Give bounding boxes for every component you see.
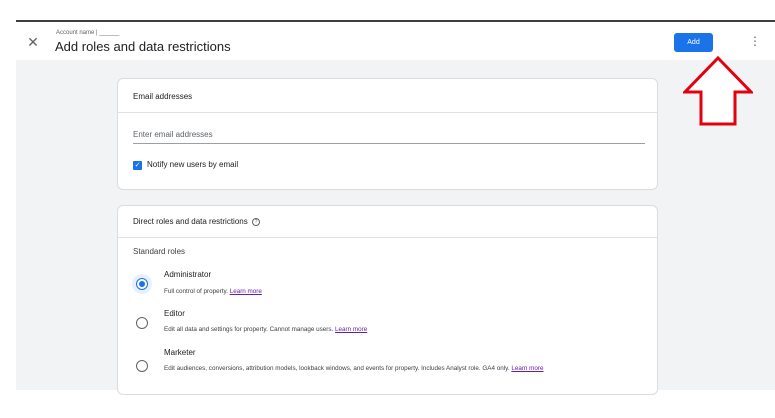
email-card-title: Email addresses [133, 92, 193, 101]
learn-more-link[interactable]: Learn more [335, 326, 367, 333]
more-options-icon[interactable]: ⋮ [749, 35, 761, 47]
roles-card-title: Direct roles and data restrictions ? [133, 217, 260, 226]
role-description: Full control of property. Learn more [164, 288, 262, 295]
add-button[interactable]: Add [674, 33, 713, 52]
learn-more-link[interactable]: Learn more [230, 288, 262, 295]
role-name: Marketer [164, 348, 196, 357]
email-card-divider [118, 112, 657, 113]
close-icon[interactable]: ✕ [26, 35, 40, 49]
standard-roles-label: Standard roles [133, 247, 186, 256]
help-icon[interactable]: ? [251, 217, 260, 226]
email-input[interactable] [133, 126, 645, 144]
header-bar: ✕ Account name | ______ Add roles and da… [16, 22, 775, 60]
roles-card-divider [118, 237, 657, 238]
role-name: Administrator [164, 270, 212, 279]
email-card: Email addresses ✓ Notify new users by em… [117, 78, 658, 190]
notify-checkbox[interactable]: ✓ [133, 161, 142, 170]
marketer-radio[interactable] [136, 360, 148, 372]
learn-more-link[interactable]: Learn more [511, 365, 543, 372]
main-content: Email addresses ✓ Notify new users by em… [16, 60, 775, 395]
account-name-label: Account name | ______ [56, 30, 120, 36]
role-description: Edit all data and settings for property.… [164, 326, 368, 333]
notify-checkbox-label: Notify new users by email [147, 160, 239, 169]
editor-radio[interactable] [136, 317, 148, 329]
red-up-arrow-annotation [683, 56, 753, 126]
page-title: Add roles and data restrictions [55, 39, 231, 54]
role-name: Editor [164, 309, 185, 318]
roles-card: Direct roles and data restrictions ? Sta… [117, 205, 658, 395]
administrator-radio[interactable] [136, 278, 148, 290]
role-description: Edit audiences, conversions, attribution… [164, 365, 544, 372]
